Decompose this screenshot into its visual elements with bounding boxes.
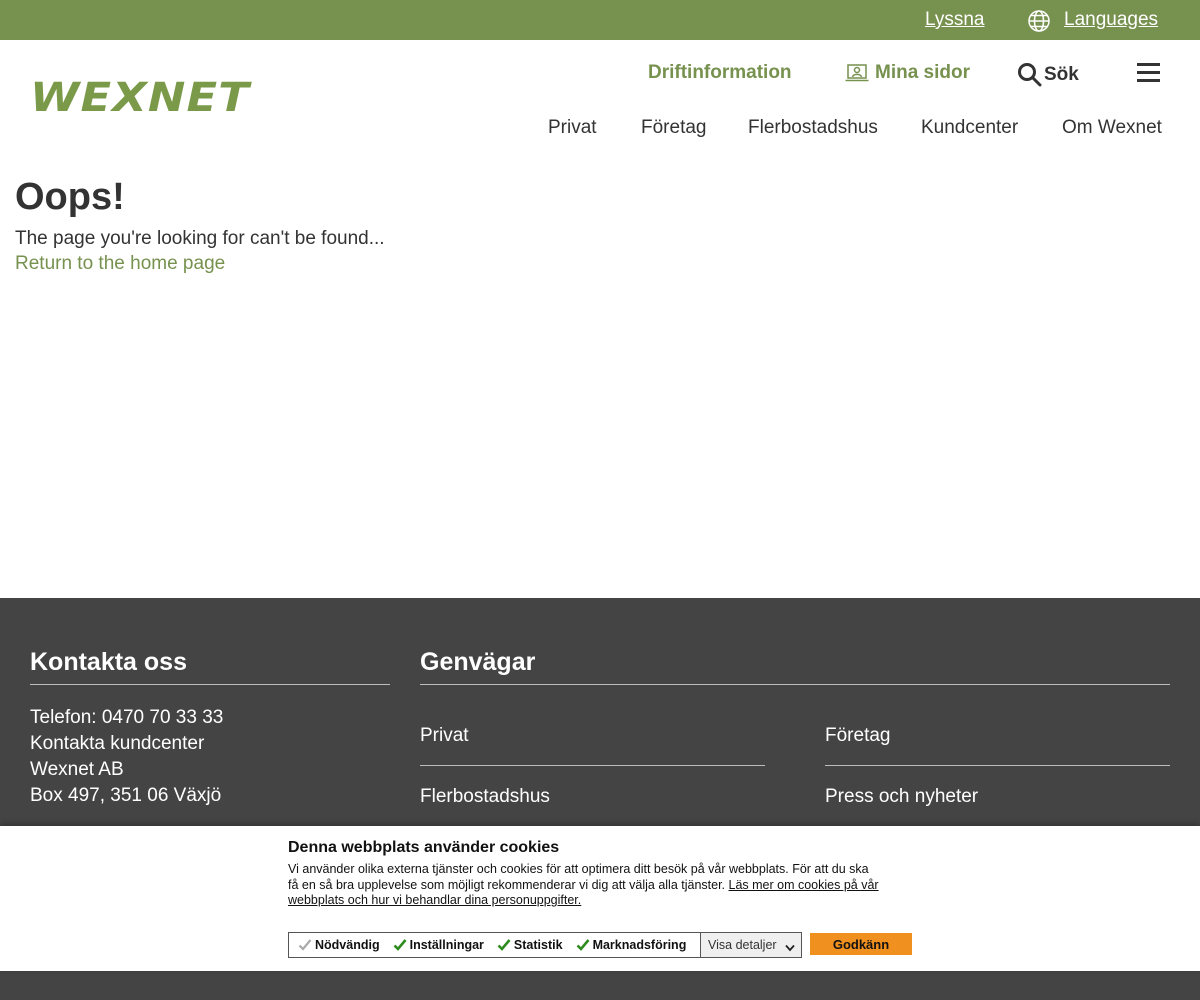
checkmark-icon (298, 938, 312, 952)
cookie-policy-link-text: webbplats och hur vi behandlar dina pers… (288, 893, 582, 907)
driftinformation-link[interactable]: Driftinformation (648, 62, 792, 84)
checkmark-icon (497, 938, 511, 952)
contact-company: Wexnet AB (30, 759, 124, 780)
checkmark-icon (393, 938, 407, 952)
cookie-option-statistik[interactable]: Statistik (497, 938, 563, 952)
show-details-label: Visa detaljer (708, 938, 777, 952)
divider (420, 684, 1170, 685)
accept-cookies-button[interactable]: Godkänn (810, 933, 912, 955)
person-card-icon (845, 64, 869, 82)
mina-sidor-link[interactable]: Mina sidor (845, 62, 970, 84)
cookie-option-label: Inställningar (409, 938, 484, 952)
shortcut-privat[interactable]: Privat (420, 725, 469, 747)
cookie-option-label: Marknadsföring (592, 938, 687, 952)
shortcut-press-och-nyheter[interactable]: Press och nyheter (825, 786, 978, 808)
home-page-link[interactable]: Return to the home page (15, 253, 225, 275)
divider (30, 684, 390, 685)
shortcuts-heading: Genvägar (420, 648, 536, 676)
shortcut-flerbostadshus[interactable]: Flerbostadshus (420, 786, 550, 808)
contact-heading: Kontakta oss (30, 648, 187, 676)
contact-kundcenter-link[interactable]: Kontakta kundcenter (30, 733, 204, 755)
chevron-down-icon (785, 941, 795, 955)
cookie-text-line2: få en så bra upplevelse som möjligt reko… (288, 877, 729, 892)
nav-flerbostadshus[interactable]: Flerbostadshus (748, 117, 878, 139)
shortcut-foretag[interactable]: Företag (825, 725, 890, 747)
divider (825, 765, 1170, 766)
cookie-options: Nödvändig Inställningar Statistik Markna… (288, 932, 802, 958)
top-bar: Lyssna Languages (0, 0, 1200, 40)
contact-address: Box 497, 351 06 Växjö (30, 785, 222, 806)
cookie-description: Vi använder olika externa tjänster och c… (288, 862, 918, 909)
cookie-option-label: Statistik (513, 938, 563, 952)
driftinformation-label: Driftinformation (648, 62, 792, 83)
hamburger-menu-icon[interactable] (1137, 63, 1160, 82)
contact-phone[interactable]: Telefon: 0470 70 33 33 (30, 707, 223, 729)
search-icon (1018, 63, 1042, 87)
listen-link[interactable]: Lyssna (925, 9, 985, 31)
nav-om-wexnet[interactable]: Om Wexnet (1062, 117, 1162, 139)
not-found-message: The page you're looking for can't be fou… (15, 228, 385, 249)
nav-privat[interactable]: Privat (548, 117, 597, 139)
divider (420, 765, 765, 766)
wexnet-logo[interactable]: WEXNET (30, 78, 249, 118)
nav-foretag[interactable]: Företag (641, 117, 706, 139)
logo-text: WEXNET (30, 75, 250, 121)
cookie-option-nodvandig[interactable]: Nödvändig (298, 938, 380, 952)
cookie-banner: Denna webbplats använder cookies Vi anvä… (0, 826, 1200, 971)
page-title: Oops! (15, 176, 125, 218)
cookie-option-installningar[interactable]: Inställningar (393, 938, 484, 952)
show-details-select[interactable]: Visa detaljer (700, 932, 802, 958)
search-button[interactable]: Sök (1017, 62, 1079, 87)
cookie-title: Denna webbplats använder cookies (288, 839, 560, 856)
nav-kundcenter[interactable]: Kundcenter (921, 117, 1018, 139)
cookie-policy-link-text: Läs mer om cookies på vår (728, 877, 879, 892)
globe-icon[interactable] (1027, 9, 1051, 33)
cookie-text-line1: Vi använder olika externa tjänster och c… (288, 862, 869, 876)
mina-sidor-label: Mina sidor (875, 62, 971, 83)
search-label: Sök (1044, 63, 1079, 85)
checkmark-icon (576, 938, 590, 952)
languages-link[interactable]: Languages (1064, 9, 1158, 31)
cookie-option-marknadsforing[interactable]: Marknadsföring (576, 938, 687, 952)
cookie-option-label: Nödvändig (315, 938, 380, 952)
